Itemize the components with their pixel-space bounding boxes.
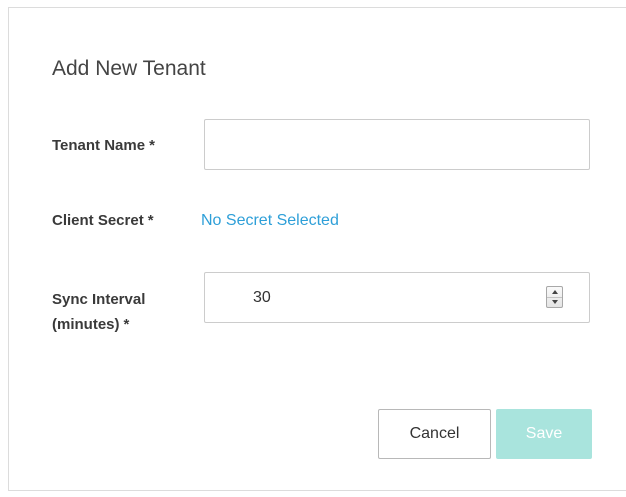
required-marker: * <box>147 212 154 229</box>
add-tenant-dialog: Add New Tenant Tenant Name * Client Secre… <box>8 7 626 491</box>
client-secret-label: Client Secret * <box>52 208 154 233</box>
save-button[interactable]: Save <box>496 409 592 459</box>
cancel-button[interactable]: Cancel <box>378 409 491 459</box>
tenant-name-input[interactable] <box>204 119 590 170</box>
stepper-down-button[interactable] <box>547 297 562 307</box>
required-marker: * <box>149 137 155 154</box>
client-secret-select-link[interactable]: No Secret Selected <box>201 212 339 230</box>
tenant-name-label: Tenant Name * <box>52 133 155 158</box>
sync-interval-input[interactable] <box>204 272 590 323</box>
client-secret-label-text: Client Secret <box>52 212 144 229</box>
chevron-up-icon <box>551 290 558 294</box>
sync-interval-label-line1: Sync Interval <box>52 291 146 308</box>
chevron-down-icon <box>551 300 558 304</box>
sync-interval-label: Sync Interval (minutes) * <box>52 287 145 337</box>
tenant-name-label-text: Tenant Name <box>52 137 146 154</box>
sync-interval-stepper[interactable] <box>546 286 563 308</box>
dialog-title: Add New Tenant <box>52 57 206 80</box>
sync-interval-label-line2: (minutes) <box>52 316 120 333</box>
required-marker: * <box>123 316 130 333</box>
